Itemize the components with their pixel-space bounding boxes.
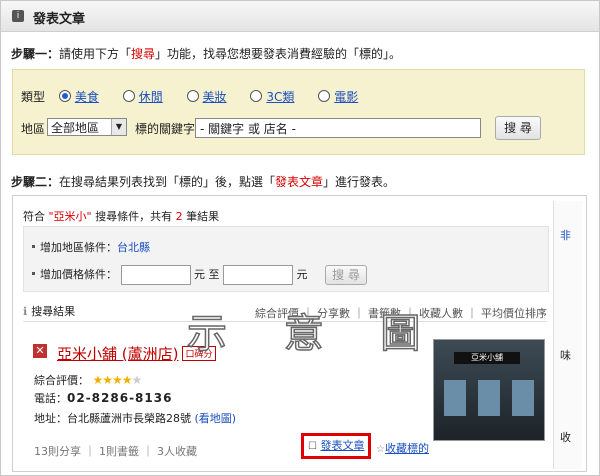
area-filter-link[interactable]: 台北縣 bbox=[117, 241, 150, 254]
type-row: 類型 美食 休閒 美妝 3C類 電影 bbox=[21, 88, 359, 105]
star-empty-icon: ★ bbox=[131, 373, 143, 387]
radio-icon[interactable] bbox=[250, 90, 263, 102]
phone-row: 電話：02-8286-8136 bbox=[34, 391, 173, 405]
price-filter: 增加價格條件： 元 至 元 搜 尋 bbox=[32, 265, 367, 285]
area-filter: 增加地區條件：台北縣 bbox=[32, 239, 150, 255]
watermark: 示 意 圖 bbox=[186, 310, 443, 358]
star-icon: ★ bbox=[92, 373, 104, 387]
speech-bubble-icon: ☐ bbox=[308, 441, 317, 452]
bookmark-icon: ☆ bbox=[376, 444, 385, 455]
star-icon: ★ bbox=[112, 373, 123, 387]
type-option-beauty[interactable]: 美妝 bbox=[186, 88, 227, 105]
type-option-3c[interactable]: 3C類 bbox=[250, 88, 294, 105]
star-icon: ★ bbox=[121, 373, 133, 387]
right-sidebar-preview: 非 味 收 bbox=[553, 201, 582, 469]
price-max-input[interactable] bbox=[223, 265, 293, 285]
step2-instruction: 步驟二：在搜尋結果列表找到「標的」後，點選「發表文章」進行發表。 bbox=[11, 175, 396, 189]
step1-instruction: 步驟一：請使用下方「搜尋」功能，找尋您想要發表消費經驗的「標的」。 bbox=[11, 47, 402, 61]
post-article-panel: i 發表文章 步驟一：請使用下方「搜尋」功能，找尋您想要發表消費經驗的「標的」。… bbox=[0, 0, 600, 476]
shop-photo: 亞米小舖 bbox=[433, 339, 545, 441]
post-article-button[interactable]: ☐ 發表文章 bbox=[301, 433, 371, 459]
radio-icon[interactable] bbox=[318, 90, 331, 102]
rating-row: 綜合評價： ★★★★★ bbox=[34, 373, 143, 387]
price-min-input[interactable] bbox=[120, 265, 191, 285]
area-select[interactable]: 全部地區 ▼ bbox=[47, 118, 127, 136]
list-icon: ℹ bbox=[23, 305, 28, 318]
price-search-button[interactable]: 搜 尋 bbox=[325, 265, 367, 285]
map-link[interactable]: (看地圖) bbox=[195, 412, 237, 425]
type-option-movie[interactable]: 電影 bbox=[318, 88, 358, 105]
page-title: 發表文章 bbox=[33, 12, 86, 27]
address-row: 地址：台北縣蘆洲市長榮路28號 (看地圖) bbox=[34, 412, 237, 425]
type-option-leisure[interactable]: 休閒 bbox=[122, 88, 163, 105]
radio-checked-icon[interactable] bbox=[58, 90, 71, 102]
info-icon: i bbox=[12, 10, 24, 22]
match-summary: 符合 "亞米小" 搜尋條件，共有 2 筆結果 bbox=[23, 210, 220, 223]
food-category-icon: ✕ bbox=[33, 344, 47, 358]
type-option-food[interactable]: 美食 bbox=[58, 88, 99, 105]
radio-icon[interactable] bbox=[122, 90, 135, 102]
filter-box: 增加地區條件：台北縣 增加價格條件： 元 至 元 搜 尋 bbox=[23, 226, 549, 292]
search-button[interactable]: 搜 尋 bbox=[495, 116, 541, 140]
collect-link[interactable]: ☆收藏標的 bbox=[376, 440, 429, 456]
panel-header: i 發表文章 bbox=[1, 1, 599, 32]
keyword-input[interactable]: - 關鍵字 或 店名 - bbox=[195, 118, 481, 138]
search-panel: 類型 美食 休閒 美妝 3C類 電影 地區 全部地區 ▼ 標的關鍵字 - 關鍵字 … bbox=[12, 69, 585, 155]
chevron-down-icon[interactable]: ▼ bbox=[111, 119, 126, 135]
radio-icon[interactable] bbox=[186, 90, 199, 102]
star-icon: ★ bbox=[102, 373, 113, 387]
shop-stats: 13則分享 ｜ 1則書籤 ｜ 3人收藏 bbox=[34, 445, 197, 458]
